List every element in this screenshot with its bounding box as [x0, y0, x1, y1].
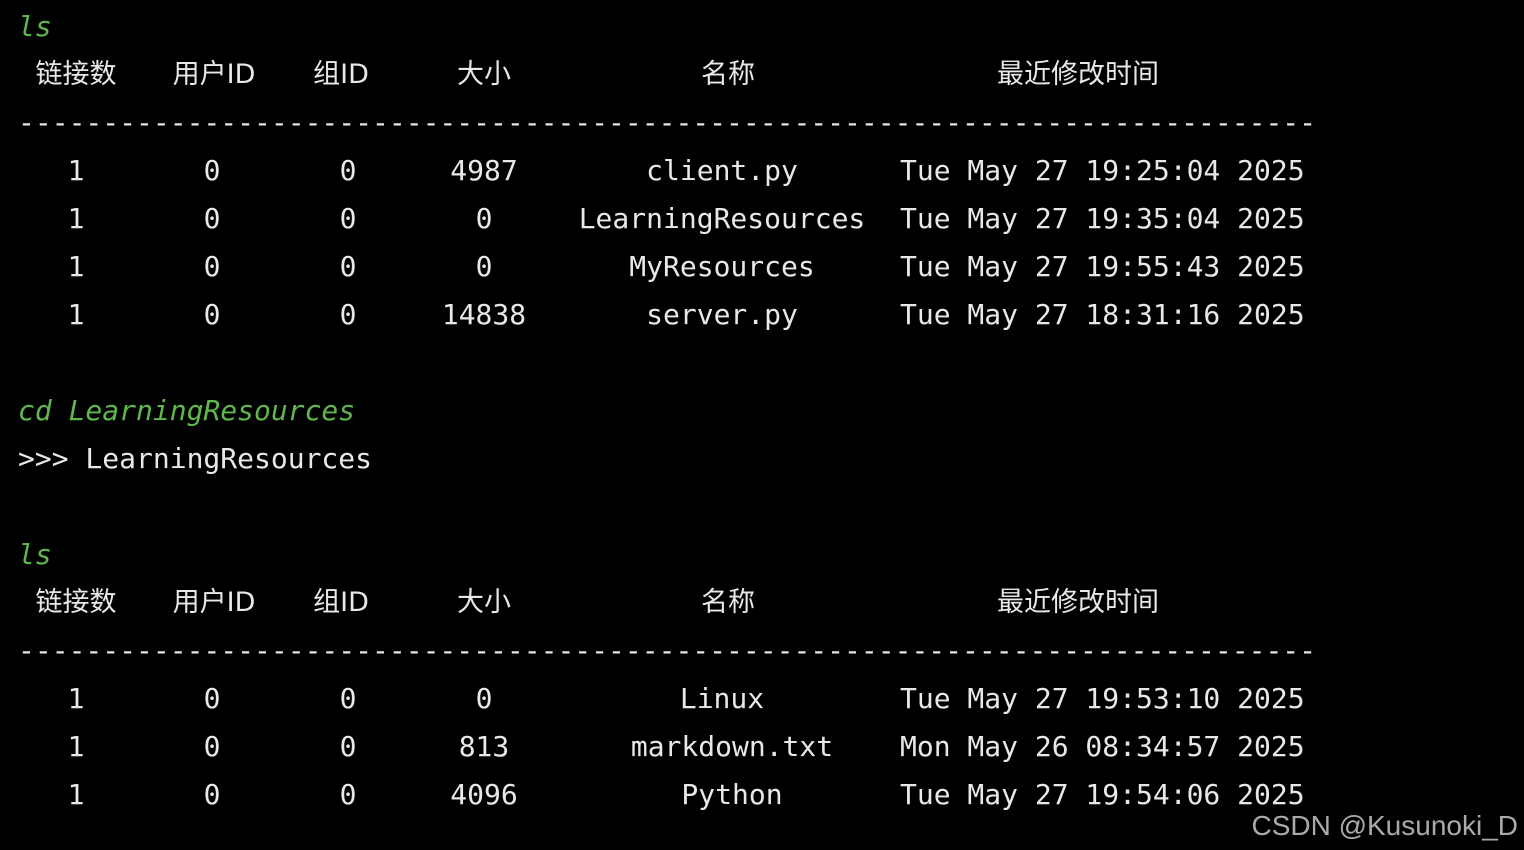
- cell-uid: 0: [203, 250, 221, 283]
- header-user-id: 用户ID: [172, 59, 256, 90]
- cell-uid: 0: [203, 298, 221, 331]
- cell-gid: 0: [339, 298, 357, 331]
- table-row: 1 0 0 0 Linux Tue May 27 19:53:10 2025: [0, 675, 1524, 723]
- cell-filename: MyResources: [629, 250, 815, 283]
- table-header-2: 链接数 用户ID 组ID 大小 名称 最近修改时间: [0, 579, 1524, 627]
- cell-mtime: Tue May 27 19:53:10 2025: [900, 682, 1305, 715]
- cell-mtime: Tue May 27 18:31:16 2025: [900, 298, 1305, 331]
- command-ls-2: ls: [18, 538, 52, 571]
- cell-links: 1: [67, 154, 85, 187]
- cell-filename: server.py: [646, 298, 798, 331]
- cell-mtime: Tue May 27 19:25:04 2025: [900, 154, 1305, 187]
- header-size: 大小: [457, 59, 511, 90]
- cell-gid: 0: [339, 778, 357, 811]
- cell-filename: Python: [681, 778, 783, 811]
- cell-links: 1: [67, 298, 85, 331]
- cell-filename: client.py: [646, 154, 798, 187]
- header-modified-time: 最近修改时间: [997, 59, 1159, 90]
- table-row: 1 0 0 4987 client.py Tue May 27 19:25:04…: [0, 147, 1524, 195]
- cell-filename: Linux: [679, 682, 765, 715]
- header-group-id: 组ID: [313, 59, 369, 90]
- header-link-count: 链接数: [35, 587, 117, 618]
- cell-size: 0: [475, 202, 493, 235]
- separator-line-1: ----------------------------------------…: [18, 106, 1317, 139]
- cell-gid: 0: [339, 250, 357, 283]
- cell-gid: 0: [339, 730, 357, 763]
- table-row: 1 0 0 0 LearningResources Tue May 27 19:…: [0, 195, 1524, 243]
- cell-filename: markdown.txt: [630, 730, 834, 763]
- header-size: 大小: [457, 587, 511, 618]
- header-link-count: 链接数: [35, 59, 117, 90]
- cell-mtime: Tue May 27 19:55:43 2025: [900, 250, 1305, 283]
- cell-links: 1: [67, 778, 85, 811]
- cell-uid: 0: [203, 202, 221, 235]
- header-name: 名称: [701, 59, 755, 90]
- cell-gid: 0: [339, 154, 357, 187]
- cell-gid: 0: [339, 682, 357, 715]
- command-output: >>> LearningResources: [18, 442, 373, 475]
- cell-uid: 0: [203, 778, 221, 811]
- cell-filename: LearningResources: [578, 202, 866, 235]
- watermark: CSDN @Kusunoki_D: [1251, 810, 1518, 841]
- cell-gid: 0: [339, 202, 357, 235]
- cell-size: 0: [475, 682, 493, 715]
- cell-uid: 0: [203, 730, 221, 763]
- header-modified-time: 最近修改时间: [997, 587, 1159, 618]
- header-user-id: 用户ID: [172, 587, 256, 618]
- header-group-id: 组ID: [313, 587, 369, 618]
- cell-links: 1: [67, 250, 85, 283]
- table-header-1: 链接数 用户ID 组ID 大小 名称 最近修改时间: [0, 51, 1524, 99]
- cell-links: 1: [67, 682, 85, 715]
- table-row: 1 0 0 14838 server.py Tue May 27 18:31:1…: [0, 291, 1524, 339]
- cell-size: 813: [458, 730, 510, 763]
- header-name: 名称: [701, 587, 755, 618]
- cell-uid: 0: [203, 682, 221, 715]
- cell-mtime: Mon May 26 08:34:57 2025: [900, 730, 1305, 763]
- cell-size: 14838: [441, 298, 527, 331]
- cell-size: 4096: [450, 778, 518, 811]
- cell-links: 1: [67, 730, 85, 763]
- cell-mtime: Tue May 27 19:54:06 2025: [900, 778, 1305, 811]
- command-cd: cd LearningResources: [18, 394, 356, 427]
- command-ls-1: ls: [18, 10, 52, 43]
- cell-uid: 0: [203, 154, 221, 187]
- separator-line-2: ----------------------------------------…: [18, 634, 1317, 667]
- cell-mtime: Tue May 27 19:35:04 2025: [900, 202, 1305, 235]
- table-row: 1 0 0 0 MyResources Tue May 27 19:55:43 …: [0, 243, 1524, 291]
- cell-links: 1: [67, 202, 85, 235]
- cell-size: 4987: [450, 154, 518, 187]
- table-row: 1 0 0 813 markdown.txt Mon May 26 08:34:…: [0, 723, 1524, 771]
- cell-size: 0: [475, 250, 493, 283]
